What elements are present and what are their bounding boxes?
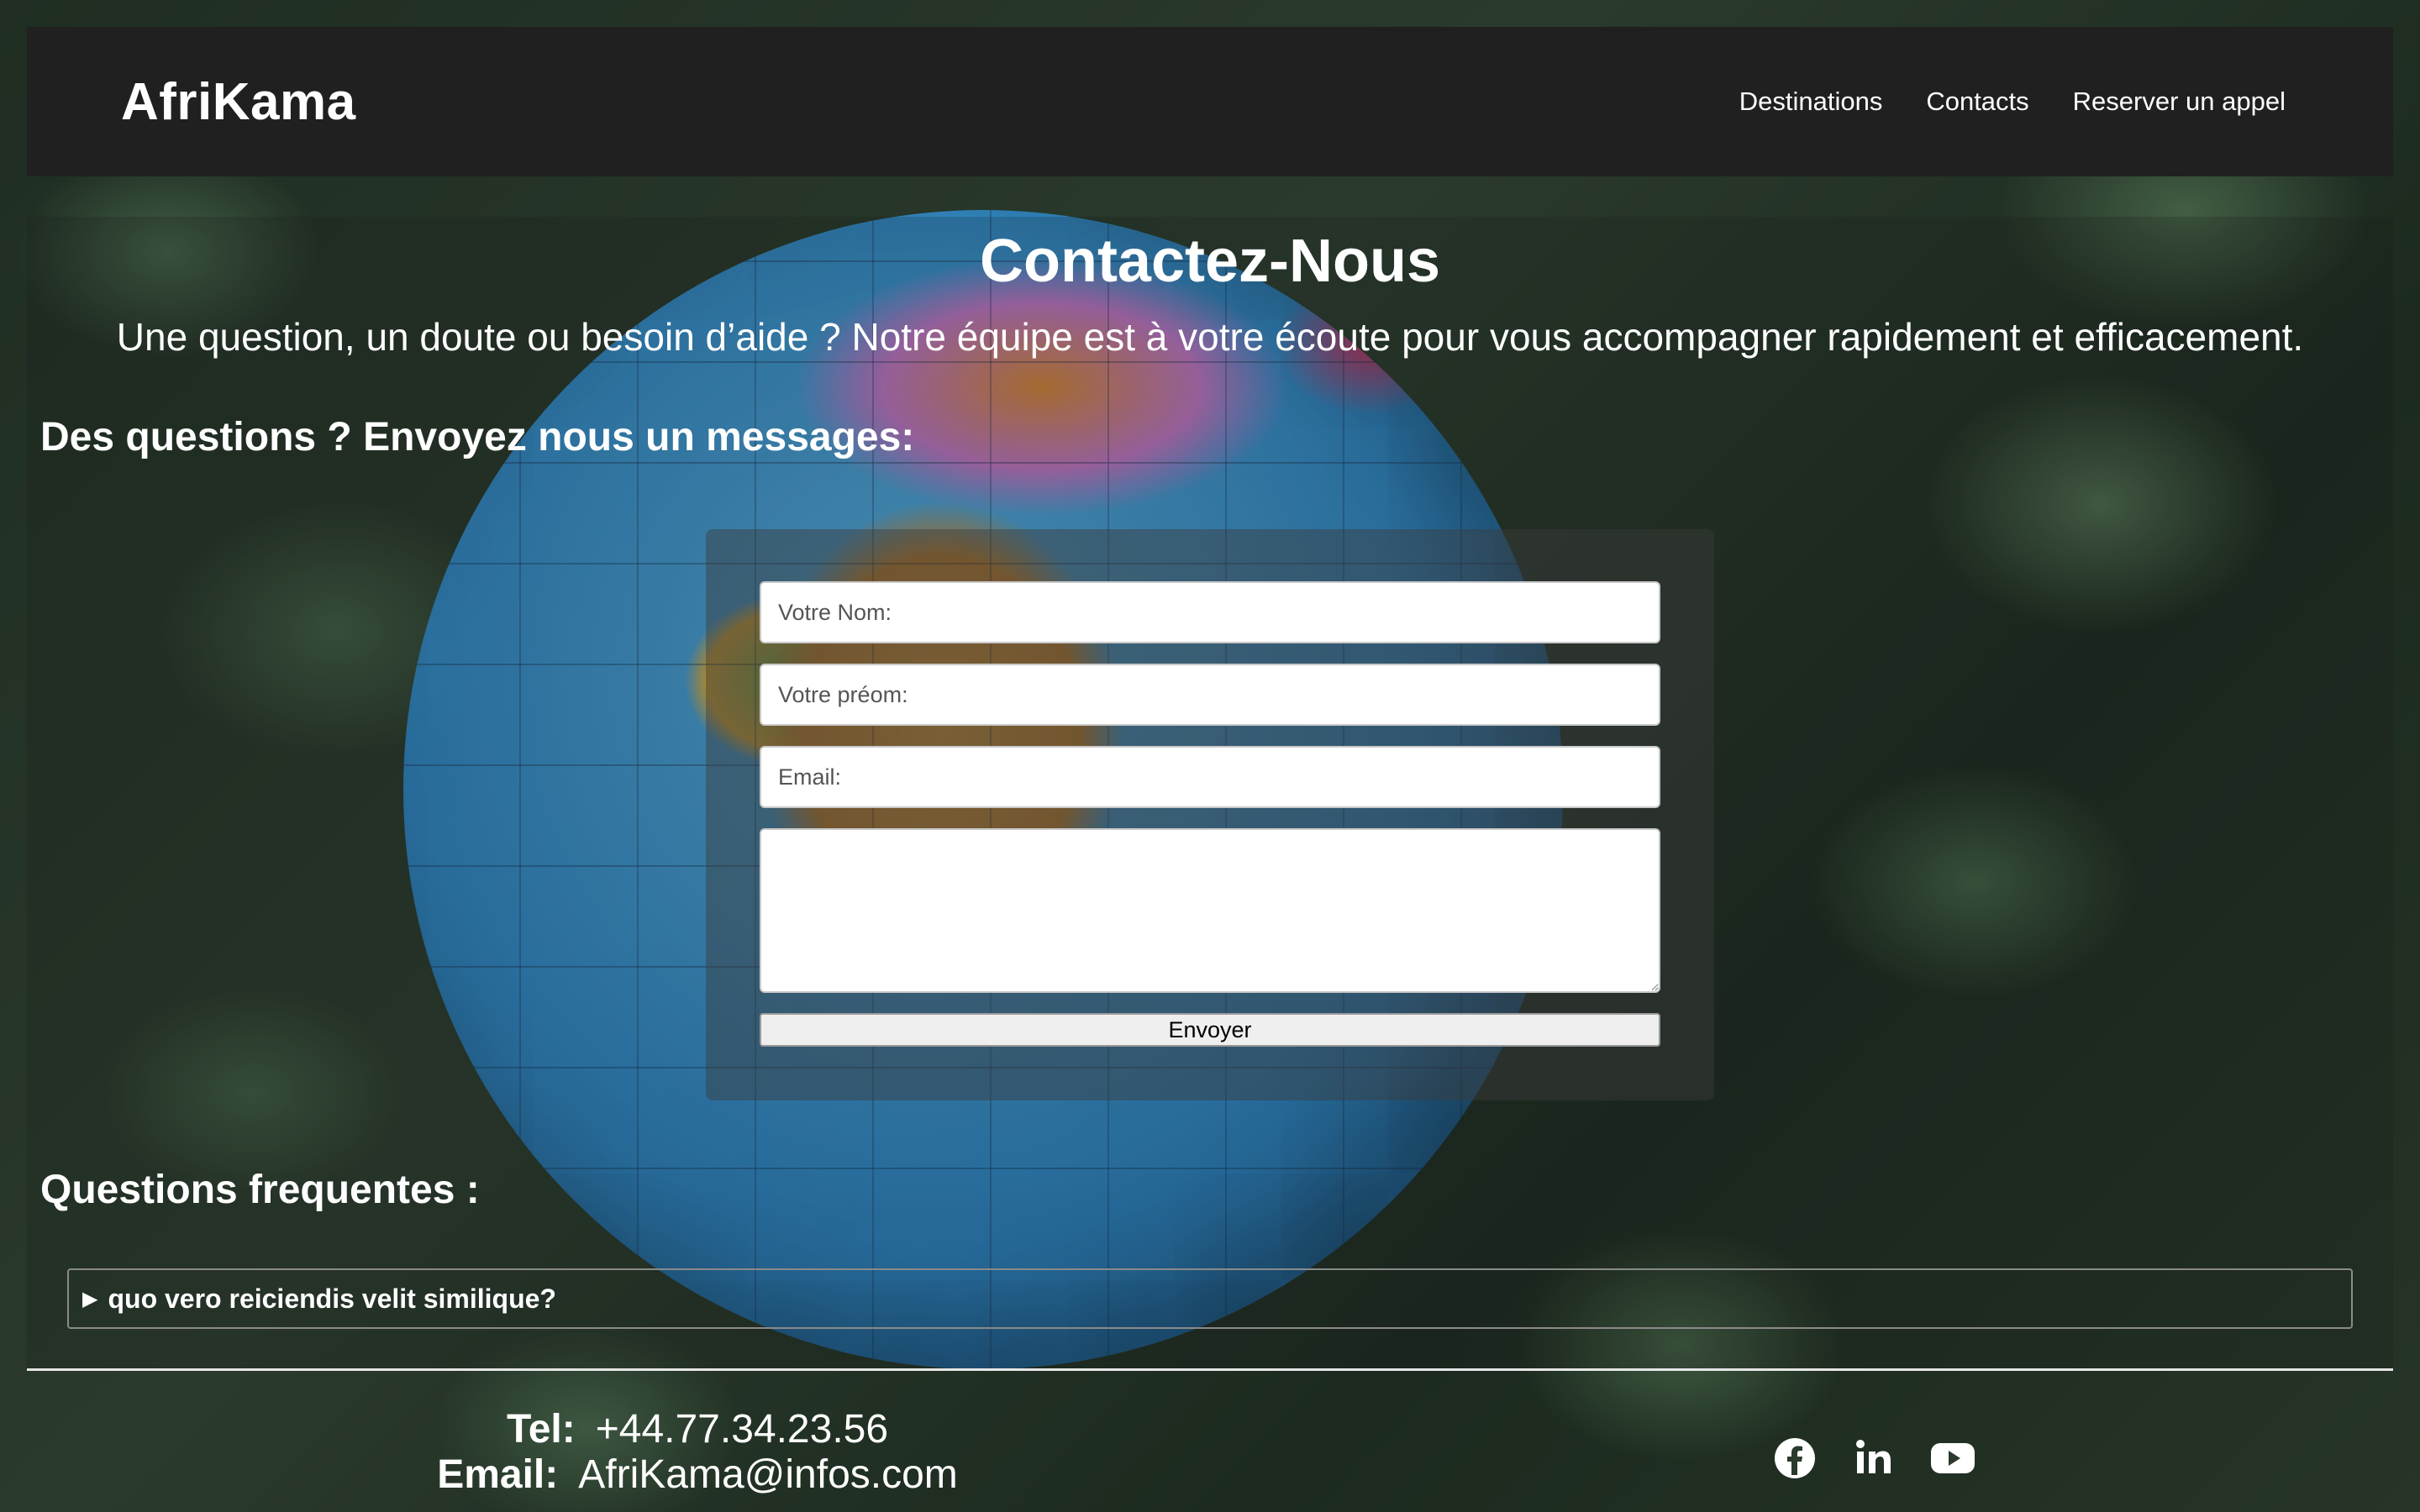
tel-value: +44.77.34.23.56: [595, 1407, 889, 1452]
social-links: [1771, 1435, 1976, 1482]
email-input[interactable]: [760, 746, 1660, 808]
page-title: Contactez-Nous: [979, 228, 1440, 295]
form-heading: Des questions ? Envoyez nous un messages…: [40, 415, 915, 459]
faq-item[interactable]: ▶ quo vero reiciendis velit similique?: [67, 1268, 2353, 1329]
footer-contact: Tel: +44.77.34.23.56 Email: AfriKama@inf…: [403, 1407, 992, 1498]
email-line: Email: AfriKama@infos.com: [403, 1452, 992, 1498]
prenom-input[interactable]: [760, 664, 1660, 726]
message-textarea[interactable]: [760, 828, 1660, 993]
nav-links: Destinations Contacts Reserver un appel: [1739, 87, 2286, 117]
navbar: AfriKama Destinations Contacts Reserver …: [27, 27, 2393, 176]
facebook-icon[interactable]: [1771, 1435, 1818, 1482]
envoyer-button[interactable]: Envoyer: [760, 1013, 1660, 1047]
faq-question: quo vero reiciendis velit similique?: [108, 1283, 556, 1314]
footer-divider: [27, 1368, 2393, 1371]
nav-link-destinations[interactable]: Destinations: [1739, 87, 1883, 117]
nom-input[interactable]: [760, 581, 1660, 643]
contact-form: Envoyer: [706, 529, 1714, 1100]
nav-link-contacts[interactable]: Contacts: [1926, 87, 2028, 117]
triangle-right-icon: ▶: [82, 1287, 98, 1310]
faq-heading: Questions frequentes :: [40, 1168, 480, 1212]
brand-logo[interactable]: AfriKama: [121, 72, 356, 132]
nav-link-reserver-appel[interactable]: Reserver un appel: [2073, 87, 2286, 117]
email-label: Email:: [437, 1452, 559, 1497]
tel-label: Tel:: [506, 1407, 576, 1452]
linkedin-icon[interactable]: [1850, 1435, 1897, 1482]
youtube-icon[interactable]: [1929, 1435, 1976, 1482]
email-value: AfriKama@infos.com: [578, 1452, 958, 1497]
tel-line: Tel: +44.77.34.23.56: [403, 1407, 992, 1452]
page-intro: Une question, un doute ou besoin d’aide …: [116, 315, 2304, 359]
